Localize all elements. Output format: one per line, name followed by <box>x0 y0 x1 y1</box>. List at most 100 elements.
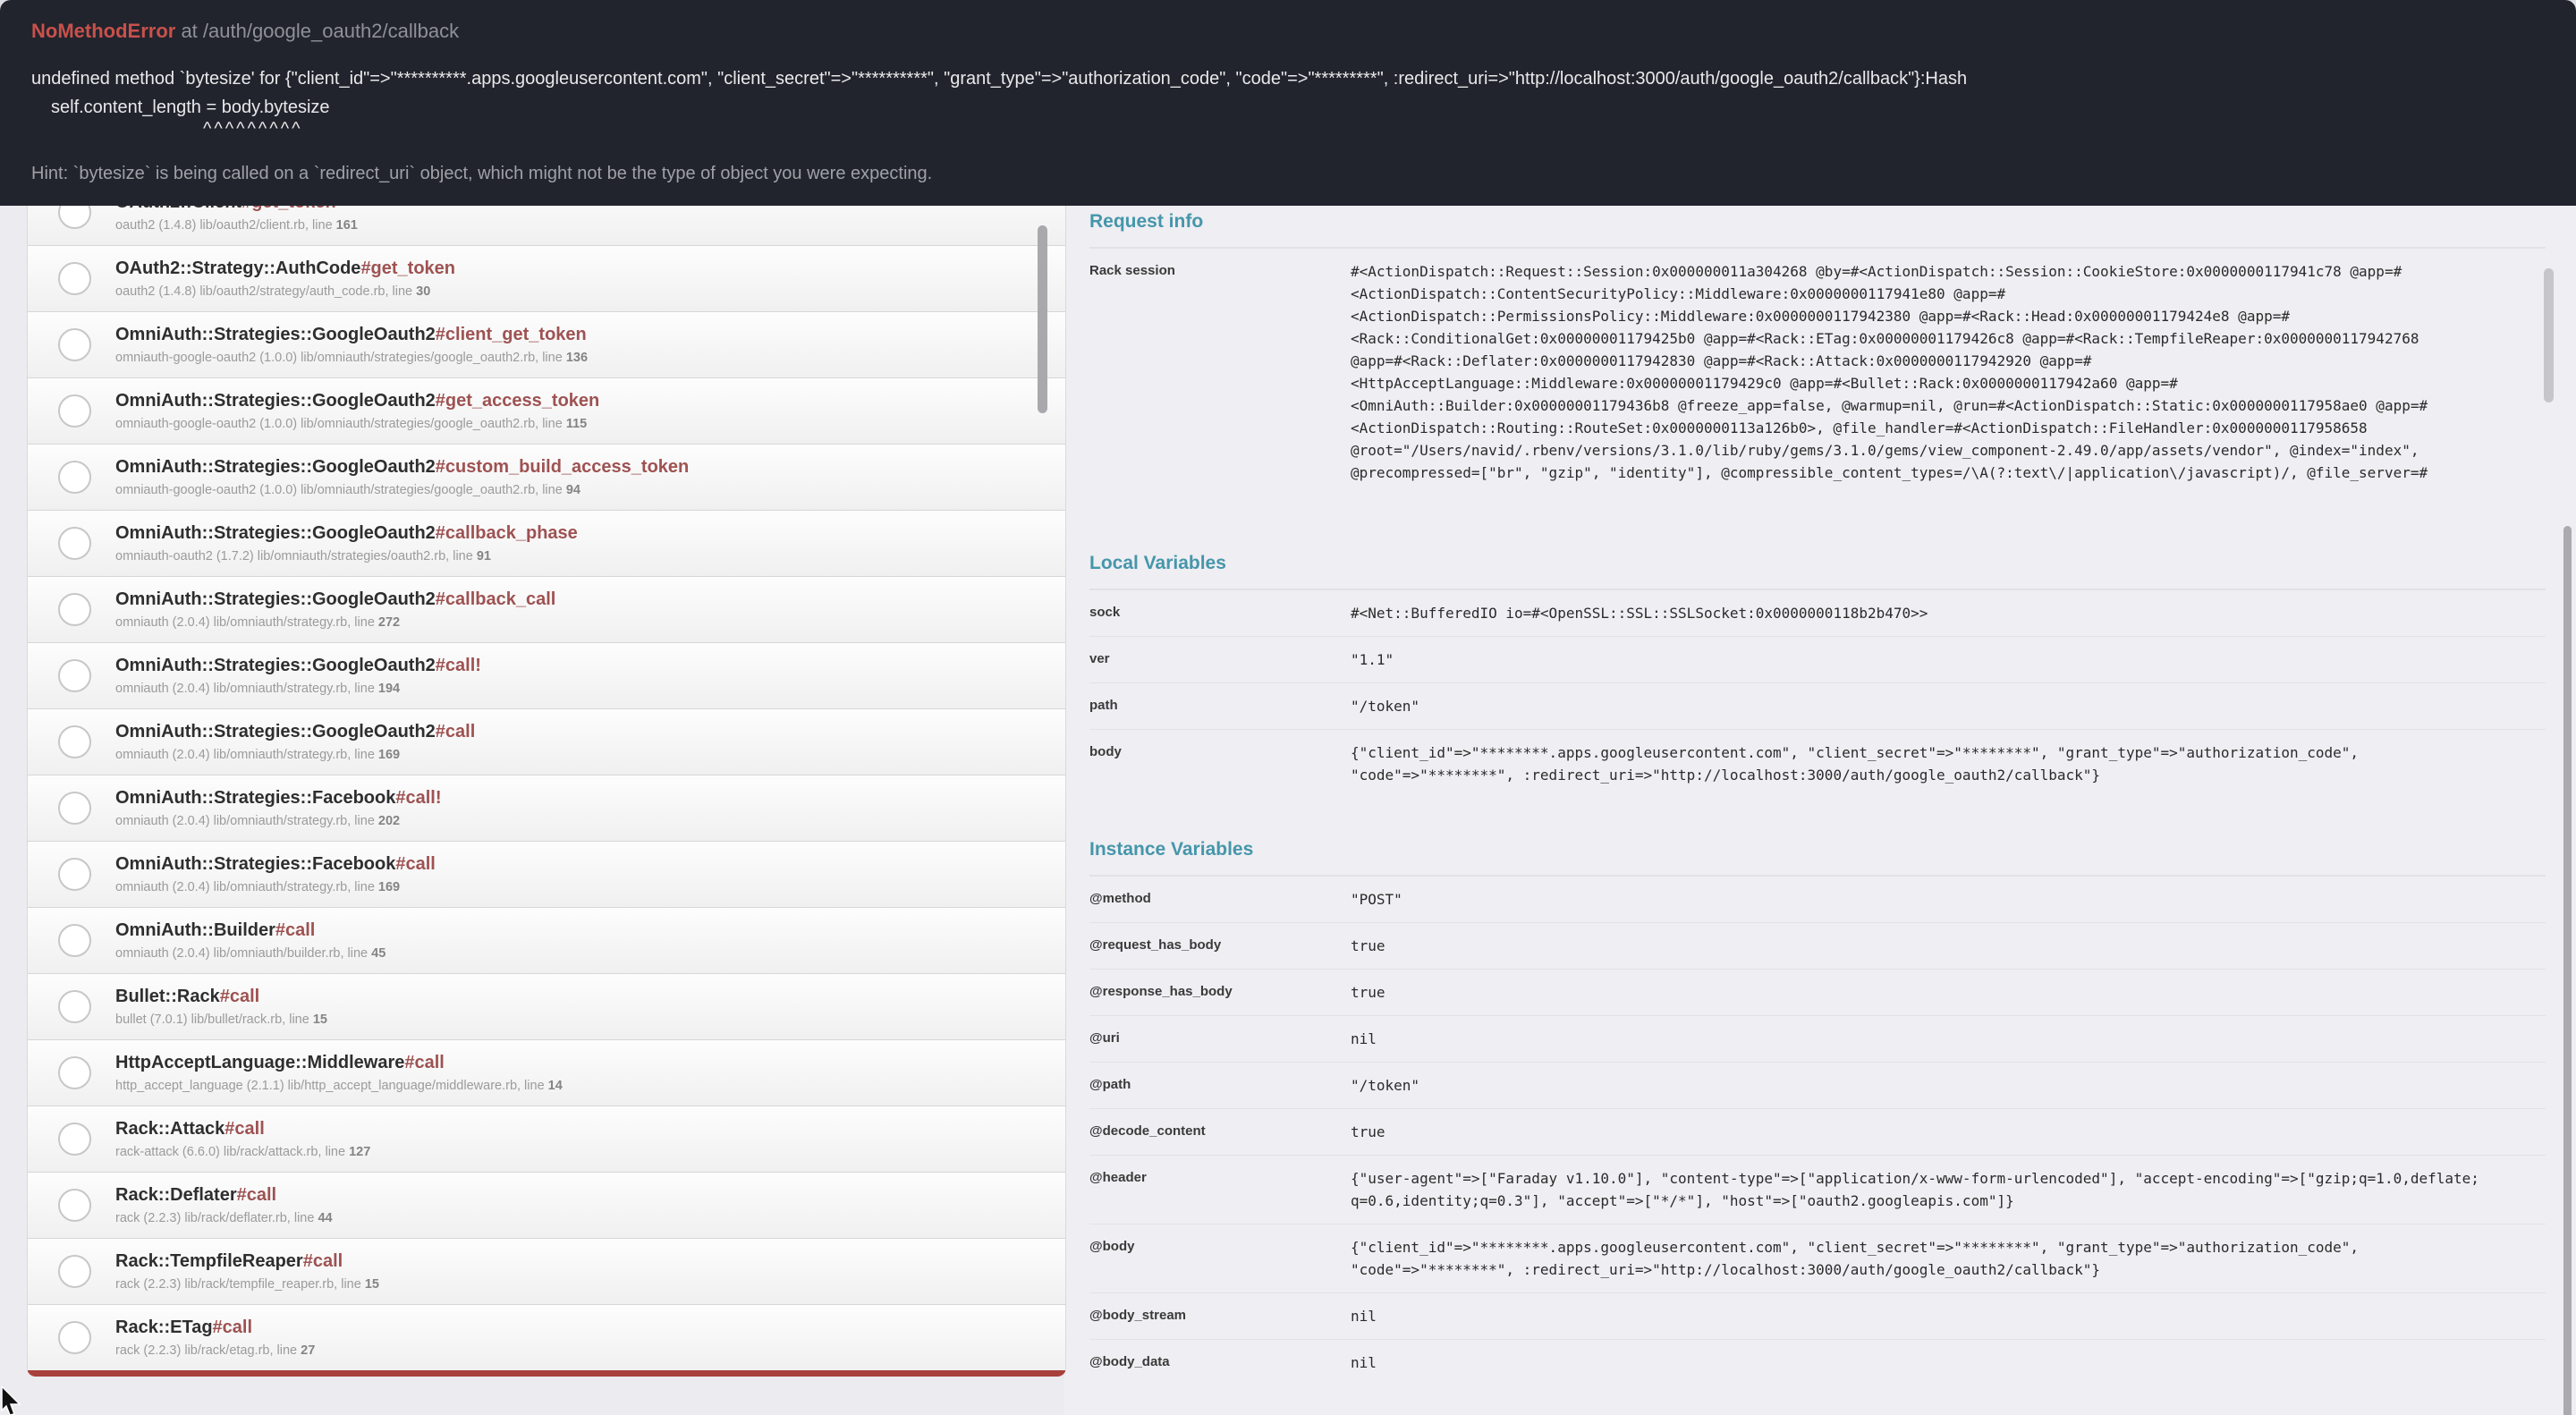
page-scrollbar[interactable] <box>2563 526 2572 1415</box>
frame-class: OmniAuth::Strategies::GoogleOauth2 <box>115 656 436 675</box>
backtrace-frame[interactable]: HttpAcceptLanguage::Middleware#call http… <box>28 1039 1065 1106</box>
variable-value: "POST" <box>1351 888 2546 911</box>
backtrace-frame[interactable]: OmniAuth::Strategies::GoogleOauth2#call … <box>28 708 1065 775</box>
frame-source: oauth2 (1.4.8) lib/oauth2/client.rb, lin… <box>115 217 358 233</box>
variable-value: true <box>1351 981 2546 1004</box>
frame-radio-button[interactable] <box>58 924 91 957</box>
exception-title: NoMethodError at /auth/google_oauth2/cal… <box>31 20 2576 43</box>
frame-source-path: omniauth (2.0.4) lib/omniauth/strategy.r… <box>115 682 375 696</box>
frame-title: Rack::TempfileReaper#call <box>115 1250 379 1272</box>
rack-session-scrollbar[interactable] <box>2544 268 2554 402</box>
frame-source-path: rack (2.2.3) lib/rack/etag.rb, line <box>115 1343 297 1358</box>
frame-radio-button[interactable] <box>58 1321 91 1354</box>
variable-row: @body {"client_id"=>"********.apps.googl… <box>1089 1224 2546 1292</box>
frame-method: #call <box>237 1185 276 1205</box>
variable-value: true <box>1351 935 2546 957</box>
frame-title: Rack::Deflater#call <box>115 1184 333 1206</box>
variable-name: @path <box>1089 1074 1351 1097</box>
variable-value: {"user-agent"=>["Faraday v1.10.0"], "con… <box>1351 1167 2546 1212</box>
frame-source-path: omniauth (2.0.4) lib/omniauth/strategy.r… <box>115 814 375 828</box>
frame-source: omniauth (2.0.4) lib/omniauth/strategy.r… <box>115 879 436 895</box>
frame-source-path: omniauth-google-oauth2 (1.0.0) lib/omnia… <box>115 483 563 497</box>
frame-radio-button[interactable] <box>58 328 91 361</box>
frame-class: OmniAuth::Strategies::GoogleOauth2 <box>115 722 436 741</box>
backtrace-frame[interactable]: Rack::TempfileReaper#call rack (2.2.3) l… <box>28 1238 1065 1304</box>
frame-text: Rack::Attack#call rack-attack (6.6.0) li… <box>115 1118 370 1160</box>
backtrace-frame[interactable]: Rack::ETag#call rack (2.2.3) lib/rack/et… <box>28 1304 1065 1370</box>
frame-radio-button[interactable] <box>58 1123 91 1156</box>
frame-title: Rack::ETag#call <box>115 1317 315 1338</box>
variable-name: body <box>1089 741 1351 786</box>
exception-header: NoMethodError at /auth/google_oauth2/cal… <box>0 0 2576 206</box>
backtrace-frame[interactable]: Rack::Attack#call rack-attack (6.6.0) li… <box>28 1106 1065 1172</box>
request-info-table: Rack session #<ActionDispatch::Request::… <box>1089 247 2546 496</box>
frame-radio-button[interactable] <box>58 527 91 560</box>
frame-line-number: 91 <box>477 549 491 563</box>
frame-radio-button[interactable] <box>58 1056 91 1089</box>
frame-radio-button[interactable] <box>58 659 91 692</box>
frame-title: OmniAuth::Strategies::Facebook#call! <box>115 787 442 809</box>
error-page: Request info Rack session #<ActionDispat… <box>0 0 2576 1415</box>
frame-title: OmniAuth::Strategies::GoogleOauth2#call! <box>115 655 481 676</box>
backtrace-frame[interactable]: Bullet::Rack#call bullet (7.0.1) lib/bul… <box>28 973 1065 1039</box>
backtrace-frame[interactable]: OmniAuth::Strategies::GoogleOauth2#callb… <box>28 576 1065 642</box>
frame-title: OmniAuth::Strategies::GoogleOauth2#callb… <box>115 522 578 544</box>
frame-source-path: omniauth (2.0.4) lib/omniauth/strategy.r… <box>115 748 375 762</box>
variable-row: @method "POST" <box>1089 876 2546 922</box>
frame-class: Rack::Attack <box>115 1119 225 1139</box>
frame-source-path: omniauth-google-oauth2 (1.0.0) lib/omnia… <box>115 351 563 365</box>
backtrace-frame[interactable]: OmniAuth::Strategies::GoogleOauth2#custo… <box>28 444 1065 510</box>
request-info-panel: Request info Rack session #<ActionDispat… <box>1064 0 2576 1415</box>
frame-line-number: 272 <box>378 615 400 630</box>
variable-name: @body_data <box>1089 1351 1351 1374</box>
frame-source: omniauth-google-oauth2 (1.0.0) lib/omnia… <box>115 482 689 498</box>
frame-source-path: oauth2 (1.4.8) lib/oauth2/strategy/auth_… <box>115 284 412 299</box>
frame-radio-button[interactable] <box>58 990 91 1023</box>
frame-line-number: 194 <box>378 682 400 696</box>
frame-text: OmniAuth::Strategies::GoogleOauth2#callb… <box>115 522 578 564</box>
frame-radio-button[interactable] <box>58 858 91 891</box>
mouse-cursor-icon <box>0 1386 27 1415</box>
frame-title: OmniAuth::Strategies::GoogleOauth2#callb… <box>115 589 555 610</box>
instance-variables-title: Instance Variables <box>1089 839 2546 860</box>
frame-title: OAuth2::Strategy::AuthCode#get_token <box>115 258 455 279</box>
backtrace-frame[interactable]: OAuth2::Strategy::AuthCode#get_token oau… <box>28 245 1065 311</box>
exception-location: at /auth/google_oauth2/callback <box>175 20 459 42</box>
frame-title: OmniAuth::Strategies::GoogleOauth2#call <box>115 721 475 742</box>
frame-radio-button[interactable] <box>58 792 91 825</box>
backtrace-frame[interactable]: OmniAuth::Builder#call omniauth (2.0.4) … <box>28 907 1065 973</box>
variable-value: {"client_id"=>"********.apps.googleuserc… <box>1351 1236 2546 1281</box>
frame-text: OmniAuth::Strategies::GoogleOauth2#get_a… <box>115 390 599 432</box>
variable-value: {"client_id"=>"********.apps.googleuserc… <box>1351 741 2546 786</box>
frame-source: rack (2.2.3) lib/rack/tempfile_reaper.rb… <box>115 1276 379 1292</box>
frame-title: OmniAuth::Strategies::GoogleOauth2#get_a… <box>115 390 599 411</box>
variable-row: @header {"user-agent"=>["Faraday v1.10.0… <box>1089 1155 2546 1224</box>
frame-radio-button[interactable] <box>58 1255 91 1288</box>
variable-value: #<ActionDispatch::Request::Session:0x000… <box>1351 260 2546 484</box>
frame-source: omniauth (2.0.4) lib/omniauth/strategy.r… <box>115 681 481 697</box>
backtrace-scrollbar[interactable] <box>1038 225 1047 413</box>
backtrace-frame[interactable]: OmniAuth::Strategies::Facebook#call omni… <box>28 841 1065 907</box>
backtrace-frame[interactable]: OmniAuth::Strategies::GoogleOauth2#callb… <box>28 510 1065 576</box>
frame-method: #call <box>220 987 259 1006</box>
frame-method: #client_get_token <box>436 325 587 344</box>
frame-radio-button[interactable] <box>58 262 91 295</box>
backtrace-frame[interactable]: OmniAuth::Strategies::Facebook#call! omn… <box>28 775 1065 841</box>
backtrace-frame[interactable]: OmniAuth::Strategies::GoogleOauth2#call!… <box>28 642 1065 708</box>
frame-radio-button[interactable] <box>58 725 91 758</box>
frame-line-number: 14 <box>548 1079 563 1093</box>
frame-source-path: http_accept_language (2.1.1) lib/http_ac… <box>115 1079 545 1093</box>
backtrace-frame[interactable]: OmniAuth::Strategies::GoogleOauth2#get_a… <box>28 377 1065 444</box>
frame-method: #custom_build_access_token <box>436 457 689 477</box>
frame-radio-button[interactable] <box>58 394 91 428</box>
backtrace-frame[interactable]: Rack::Deflater#call rack (2.2.3) lib/rac… <box>28 1172 1065 1238</box>
frame-radio-button[interactable] <box>58 461 91 494</box>
backtrace-frame[interactable]: OmniAuth::Strategies::GoogleOauth2#clien… <box>28 311 1065 377</box>
frame-radio-button[interactable] <box>58 1189 91 1222</box>
frame-class: OmniAuth::Strategies::GoogleOauth2 <box>115 391 436 411</box>
frame-radio-button[interactable] <box>58 593 91 626</box>
variable-value: nil <box>1351 1305 2546 1327</box>
exception-class: NoMethodError <box>31 20 175 42</box>
frame-title: OmniAuth::Strategies::Facebook#call <box>115 853 436 875</box>
frame-source-path: rack (2.2.3) lib/rack/deflater.rb, line <box>115 1211 314 1225</box>
